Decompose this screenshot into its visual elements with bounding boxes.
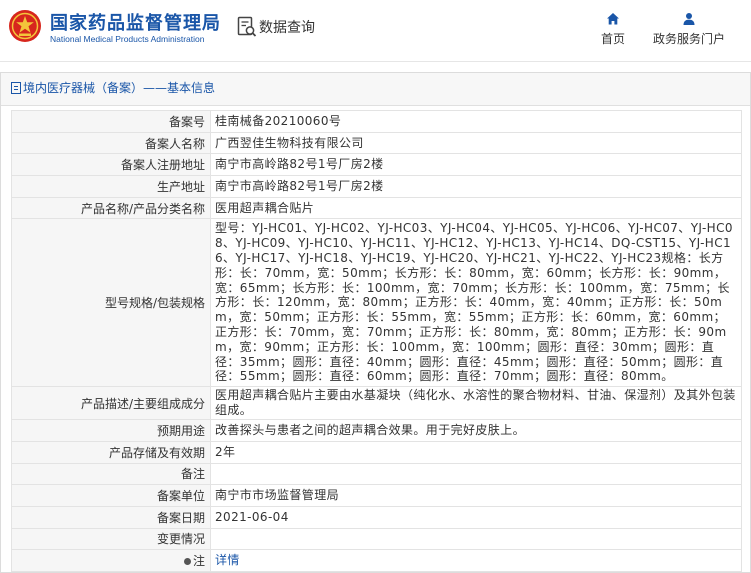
nav-service-label: 政务服务门户 <box>652 32 725 46</box>
field-value: 医用超声耦合贴片主要由水基凝块（纯化水、水溶性的聚合物材料、甘油、保湿剂）及其外… <box>210 386 742 421</box>
table-row: 产品描述/主要组成成分 医用超声耦合贴片主要由水基凝块（纯化水、水溶性的聚合物材… <box>11 386 742 421</box>
field-label: 备案人名称 <box>11 131 211 155</box>
field-value: 桂南械备20210060号 <box>210 110 742 133</box>
document-icon <box>11 82 21 94</box>
pin-icon <box>183 558 191 566</box>
table-row: 变更情况 <box>11 527 742 551</box>
table-row: 备案日期 2021-06-04 <box>11 505 742 529</box>
nav-service-portal[interactable]: 政务服务门户 <box>650 12 728 47</box>
field-value: 2年 <box>210 440 742 464</box>
table-row: 型号规格/包装规格 型号：YJ-HC01、YJ-HC02、YJ-HC03、YJ-… <box>11 218 742 388</box>
field-label: 备案日期 <box>11 505 211 529</box>
field-label: 产品名称/产品分类名称 <box>11 196 211 220</box>
basic-info-section: 境内医疗器械（备案）——基本信息 备案号 桂南械备20210060号 备案人名称… <box>0 72 751 573</box>
home-icon <box>607 13 619 25</box>
data-query-label[interactable]: 数据查询 <box>259 17 315 37</box>
field-value: 改善探头与患者之间的超声耦合效果。用于完好皮肤上。 <box>210 419 742 442</box>
table-row: 产品存储及有效期 2年 <box>11 440 742 464</box>
section-title: 境内医疗器械（备案）——基本信息 <box>23 81 216 95</box>
field-value: 南宁市市场监督管理局 <box>210 484 742 507</box>
field-label: 备案号 <box>11 110 211 133</box>
field-value: 2021-06-04 <box>210 505 742 529</box>
table-row: 备案人名称 广西翌佳生物科技有限公司 <box>11 131 742 155</box>
table-row: 备注 <box>11 462 742 486</box>
table-row: 备案号 桂南械备20210060号 <box>11 110 742 133</box>
detail-table: 备案号 桂南械备20210060号 备案人名称 广西翌佳生物科技有限公司 备案人… <box>11 110 742 573</box>
field-label: 产品存储及有效期 <box>11 440 211 464</box>
table-row: 备案人注册地址 南宁市高岭路82号1号厂房2楼 <box>11 153 742 177</box>
table-row: 生产地址 南宁市高岭路82号1号厂房2楼 <box>11 175 742 198</box>
section-header: 境内医疗器械（备案）——基本信息 <box>1 73 750 106</box>
field-label: 备案人注册地址 <box>11 153 211 177</box>
field-label: 产品描述/主要组成成分 <box>11 386 211 421</box>
field-label: 备注 <box>11 462 211 486</box>
brand-subtitle[interactable]: National Medical Products Administration <box>50 34 205 44</box>
field-label: 注 <box>192 554 205 569</box>
field-label: 备案单位 <box>11 484 211 507</box>
field-label: 型号规格/包装规格 <box>11 218 211 388</box>
data-query-icon[interactable] <box>237 16 257 38</box>
table-row: 备案单位 南宁市市场监督管理局 <box>11 484 742 507</box>
nmpa-emblem-icon[interactable] <box>8 9 42 43</box>
field-value: 型号：YJ-HC01、YJ-HC02、YJ-HC03、YJ-HC04、YJ-HC… <box>210 218 742 388</box>
table-row: 注 详情 <box>11 549 742 573</box>
field-label: 预期用途 <box>11 419 211 442</box>
field-value: 医用超声耦合贴片 <box>210 196 742 220</box>
table-row: 预期用途 改善探头与患者之间的超声耦合效果。用于完好皮肤上。 <box>11 419 742 442</box>
field-value: 南宁市高岭路82号1号厂房2楼 <box>210 175 742 198</box>
brand-title[interactable]: 国家药品监督管理局 <box>50 9 221 35</box>
field-value <box>210 527 742 551</box>
site-header: 国家药品监督管理局 National Medical Products Admi… <box>0 0 751 62</box>
field-value: 广西翌佳生物科技有限公司 <box>210 131 742 155</box>
user-icon <box>683 13 695 25</box>
details-link[interactable]: 详情 <box>215 553 240 567</box>
field-label: 生产地址 <box>11 175 211 198</box>
nav-home-label: 首页 <box>600 32 625 46</box>
field-label: 变更情况 <box>11 527 211 551</box>
field-value-cell: 详情 <box>210 549 742 573</box>
field-value <box>210 462 742 486</box>
nav-home[interactable]: 首页 <box>595 12 631 47</box>
note-label-cell: 注 <box>11 549 211 573</box>
field-value: 南宁市高岭路82号1号厂房2楼 <box>210 153 742 177</box>
table-row: 产品名称/产品分类名称 医用超声耦合贴片 <box>11 196 742 220</box>
